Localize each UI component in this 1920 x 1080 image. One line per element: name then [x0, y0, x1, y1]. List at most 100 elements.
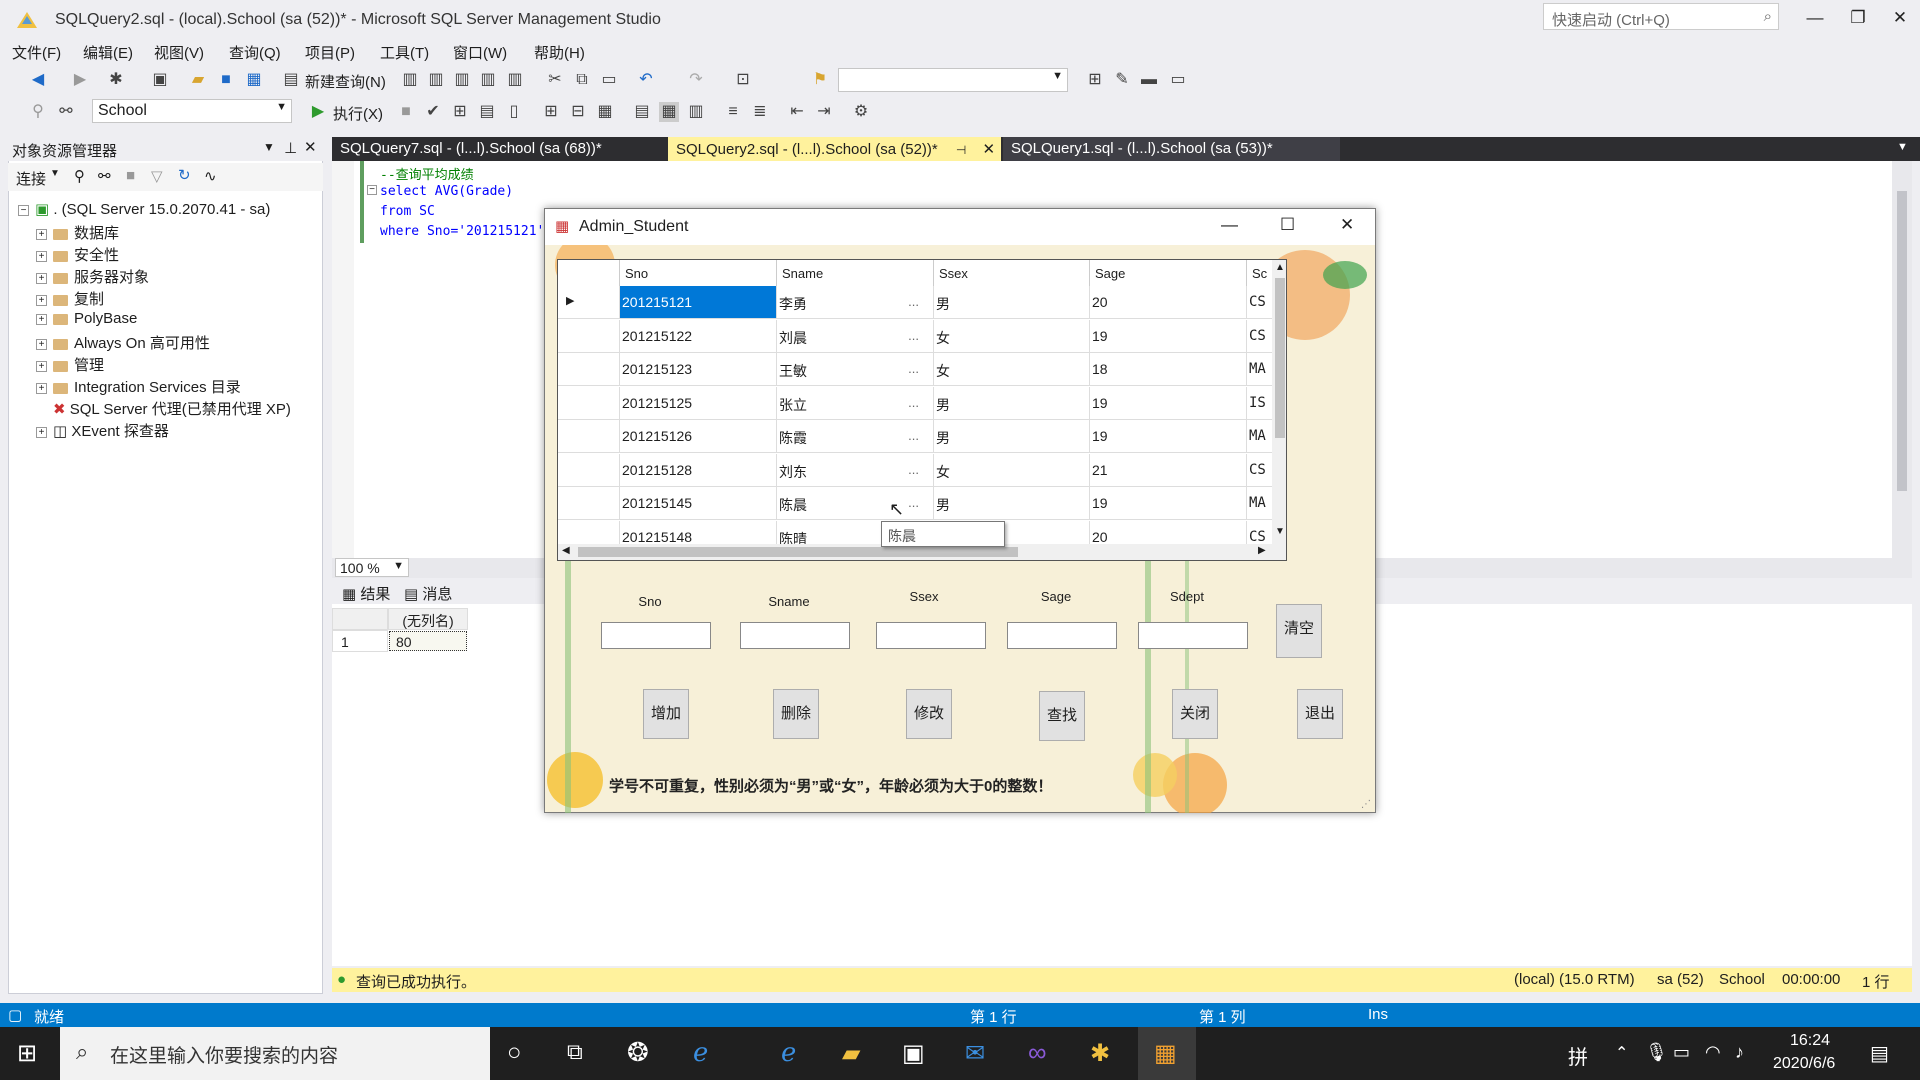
copy-icon[interactable]: ⧉: [572, 70, 592, 90]
close-tab-icon[interactable]: ✕: [983, 141, 996, 158]
notification-icon[interactable]: ▤: [1870, 1041, 1889, 1066]
increase-indent-icon[interactable]: ⇥: [814, 102, 834, 122]
tree-always-on[interactable]: + Always On 高可用性: [36, 332, 210, 353]
xmla-query-icon[interactable]: ▥: [452, 70, 472, 90]
new-query-button[interactable]: 新建查询(N): [305, 71, 386, 92]
disconnect-icon[interactable]: ⚯: [98, 167, 111, 185]
grid-header-sname[interactable]: Sname: [777, 260, 934, 286]
expand-icon[interactable]: +: [36, 228, 47, 240]
grid-cell-ssex[interactable]: 男: [934, 286, 1090, 319]
refresh-icon[interactable]: ↻: [178, 166, 191, 184]
pin-icon[interactable]: ⊣: [956, 143, 966, 157]
save-icon[interactable]: ■: [216, 70, 236, 90]
menu-window[interactable]: 窗口(W): [453, 42, 507, 63]
properties-icon[interactable]: ⊞: [1085, 70, 1105, 90]
wrench-icon[interactable]: ✎: [1112, 70, 1132, 90]
input-method-icon[interactable]: 拼: [1568, 1041, 1588, 1070]
add-button[interactable]: 增加: [643, 689, 689, 739]
find-button[interactable]: 查找: [1039, 691, 1085, 741]
grid-cell-sno[interactable]: 201215126: [620, 420, 777, 453]
cell-ellipsis-button[interactable]: ...: [908, 294, 919, 309]
taskbar-search-box[interactable]: ⌕ 在这里输入你要搜索的内容: [60, 1027, 490, 1080]
query-options-icon[interactable]: ▤: [477, 102, 497, 122]
edge-icon[interactable]: ℯ: [781, 1037, 796, 1068]
sdept-input[interactable]: [1138, 622, 1248, 649]
grid-cell-sage[interactable]: 19: [1090, 420, 1247, 453]
grid-row-selector[interactable]: [558, 487, 620, 520]
dax-query-icon[interactable]: ▥: [478, 70, 498, 90]
connect-icon[interactable]: ⚲: [28, 102, 48, 122]
grid-cell-sname[interactable]: 张立...: [777, 386, 934, 420]
client-stats-icon[interactable]: ▦: [595, 102, 615, 122]
close-button[interactable]: ✕: [1880, 4, 1920, 32]
expand-icon[interactable]: +: [36, 426, 47, 438]
volume-icon[interactable]: ♪: [1735, 1042, 1744, 1063]
cortana-icon[interactable]: ○: [507, 1039, 522, 1067]
toolbox-icon[interactable]: ▬: [1139, 70, 1159, 90]
connect-icon[interactable]: ⚲: [74, 167, 85, 185]
execute-button[interactable]: 执行(X): [333, 103, 383, 124]
filter-icon[interactable]: ▽: [151, 167, 163, 185]
grid-cell-ssex[interactable]: 女: [934, 453, 1090, 487]
tab-overflow-icon[interactable]: ▼: [1897, 141, 1908, 153]
grid-cell-ssex[interactable]: 男: [934, 487, 1090, 520]
scroll-left-icon[interactable]: ◀: [562, 545, 570, 556]
editor-vertical-scrollbar[interactable]: [1892, 161, 1912, 558]
scroll-up-icon[interactable]: ▲: [1275, 262, 1285, 273]
add-item-icon[interactable]: ▣: [150, 70, 170, 90]
expand-icon[interactable]: +: [36, 294, 47, 306]
messages-tab[interactable]: ▤ 消息: [404, 583, 452, 604]
results-text-icon[interactable]: ▤: [632, 102, 652, 122]
mail-icon[interactable]: ✉: [965, 1039, 985, 1068]
grid-row-selector[interactable]: [558, 386, 620, 420]
exit-button[interactable]: 退出: [1297, 689, 1343, 739]
find-icon[interactable]: ⚑: [810, 70, 830, 90]
execute-icon[interactable]: ▶: [308, 102, 328, 122]
scroll-right-icon[interactable]: ▶: [1258, 545, 1266, 556]
mdx-query-icon[interactable]: ▥: [400, 70, 420, 90]
grid-row-selector[interactable]: [558, 353, 620, 386]
menu-view[interactable]: 视图(V): [154, 42, 204, 63]
student-data-grid[interactable]: Sno Sname Ssex Sage Sc ▶ 201215121 李勇... 男 2…: [557, 259, 1287, 561]
tree-databases[interactable]: + 数据库: [36, 222, 119, 243]
cell-ellipsis-button[interactable]: ...: [908, 361, 919, 376]
pin-icon[interactable]: ⊥: [284, 139, 297, 157]
result-cell[interactable]: 80: [389, 631, 467, 651]
windows-start-icon[interactable]: ⊞: [17, 1039, 37, 1068]
grid-cell-sname[interactable]: 刘晨...: [777, 319, 934, 353]
battery-icon[interactable]: ▭: [1673, 1042, 1690, 1063]
grid-cell-sname[interactable]: 陈晨...: [777, 487, 934, 520]
scroll-down-icon[interactable]: ▼: [1275, 526, 1285, 537]
sage-input[interactable]: [1007, 622, 1117, 649]
results-tab[interactable]: ▦ 结果: [342, 583, 390, 604]
sname-input[interactable]: [740, 622, 850, 649]
clock-time[interactable]: 16:24: [1790, 1032, 1830, 1050]
tree-server-objects[interactable]: + 服务器对象: [36, 266, 149, 287]
grid-row-selector[interactable]: [558, 319, 620, 353]
results-grid-icon[interactable]: ▦: [659, 102, 679, 122]
menu-project[interactable]: 项目(P): [305, 42, 355, 63]
ssex-input[interactable]: [876, 622, 986, 649]
microphone-icon[interactable]: 🎙: [1645, 1042, 1668, 1063]
grid-header-sage[interactable]: Sage: [1090, 260, 1247, 286]
cell-ellipsis-button[interactable]: ...: [908, 495, 919, 510]
grid-header-ssex[interactable]: Ssex: [934, 260, 1090, 286]
change-connection-icon[interactable]: ⚯: [56, 102, 76, 122]
database-dropdown[interactable]: School ▼: [92, 99, 292, 123]
clock-date[interactable]: 2020/6/6: [1773, 1055, 1835, 1073]
forward-icon[interactable]: ▶: [70, 70, 90, 90]
solution-config-dropdown[interactable]: ▼: [838, 68, 1068, 92]
expand-icon[interactable]: +: [36, 382, 47, 394]
clear-button[interactable]: 清空: [1276, 604, 1322, 658]
grid-cell-sname[interactable]: 陈霞...: [777, 420, 934, 453]
paste-icon[interactable]: ▭: [599, 70, 619, 90]
grid-cell-sno[interactable]: 201215123: [620, 353, 777, 386]
new-project-icon[interactable]: ✱: [106, 70, 126, 90]
expand-icon[interactable]: +: [36, 250, 47, 262]
grid-cell-sname[interactable]: 王敏...: [777, 353, 934, 386]
minimize-button[interactable]: —: [1795, 4, 1835, 32]
tab-sqlquery2[interactable]: SQLQuery2.sql - (l...l).School (sa (52))…: [668, 137, 1001, 161]
collapse-region-icon[interactable]: −: [367, 185, 377, 195]
app-swirl-icon[interactable]: ❂: [627, 1037, 649, 1068]
grid-cell-sage[interactable]: 19: [1090, 319, 1247, 353]
